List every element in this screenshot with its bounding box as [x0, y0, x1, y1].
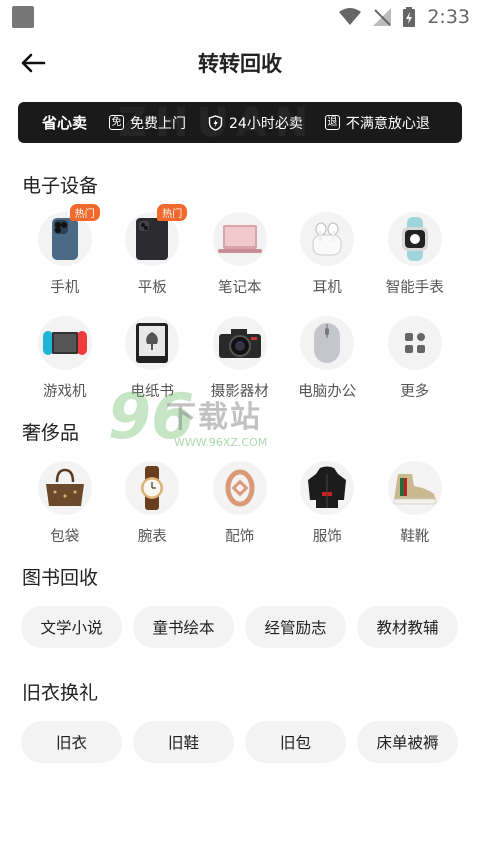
watch-icon — [141, 466, 164, 510]
ring-icon — [225, 469, 255, 507]
category-more[interactable]: 更多 — [371, 316, 459, 420]
hot-badge: 热门 — [69, 204, 100, 221]
page-title: 转转回收 — [198, 52, 282, 76]
hot-badge: 热门 — [157, 204, 188, 221]
chip-old-clothes[interactable]: 旧衣 — [21, 721, 122, 763]
luxury-clothing[interactable]: 服饰 — [284, 461, 372, 565]
category-label: 平板 — [137, 280, 167, 296]
banner-feature-label: 不满意放心退 — [345, 115, 430, 132]
chip-business[interactable]: 经管励志 — [245, 606, 346, 648]
category-label: 包袋 — [50, 529, 80, 545]
chip-literature[interactable]: 文学小说 — [21, 606, 122, 648]
status-bar: 2:33 — [0, 0, 480, 34]
category-earbuds[interactable]: 耳机 — [284, 212, 372, 316]
luxury-shoes[interactable]: 鞋靴 — [371, 461, 459, 565]
category-game-console[interactable]: 游戏机 — [21, 316, 109, 420]
category-label: 更多 — [400, 384, 430, 400]
title-bar: 转转回收 — [0, 34, 480, 92]
banner-feature-refund: 退 不满意放心退 — [324, 113, 430, 133]
electronics-grid: 热门 手机 热门 平板 笔记本 耳机 智能手表 游戏机 电纸书 摄影器材 电脑办… — [0, 204, 480, 420]
category-smartwatch[interactable]: 智能手表 — [371, 212, 459, 316]
wifi-icon — [339, 8, 362, 25]
more-grid-icon — [404, 333, 425, 353]
phone-icon — [51, 218, 78, 260]
chip-textbooks[interactable]: 教材教辅 — [357, 606, 458, 648]
back-arrow-icon[interactable] — [18, 48, 48, 78]
mouse-icon — [314, 323, 341, 363]
jacket-icon — [308, 466, 347, 508]
category-label: 电脑办公 — [298, 384, 357, 400]
category-ereader[interactable]: 电纸书 — [109, 316, 197, 420]
category-label: 智能手表 — [385, 280, 444, 296]
chip-bedding[interactable]: 床单被褥 — [357, 721, 458, 763]
signal-icon — [373, 8, 392, 26]
section-title-electronics: 电子设备 — [22, 175, 99, 197]
banner-brand: 省心卖 — [42, 114, 88, 132]
category-laptop[interactable]: 笔记本 — [196, 212, 284, 316]
category-camera[interactable]: 摄影器材 — [196, 316, 284, 420]
category-phone[interactable]: 热门 手机 — [21, 204, 109, 316]
section-title-clothes: 旧衣换礼 — [22, 682, 99, 704]
category-label: 配饰 — [225, 529, 255, 545]
luxury-bag[interactable]: 包袋 — [21, 461, 109, 565]
category-computer-office[interactable]: 电脑办公 — [284, 316, 372, 420]
category-label: 服饰 — [312, 529, 342, 545]
category-label: 腕表 — [137, 529, 167, 545]
category-label: 笔记本 — [218, 280, 262, 296]
ereader-icon — [136, 323, 169, 363]
smartwatch-icon — [401, 217, 428, 261]
refund-icon: 退 — [324, 115, 340, 130]
luxury-watch[interactable]: 腕表 — [109, 461, 197, 565]
chip-old-bags[interactable]: 旧包 — [245, 721, 346, 763]
tablet-icon — [136, 218, 169, 260]
service-banner[interactable]: ZHUAN 省心卖 免 免费上门 24小时必卖 退 不满意放心退 — [18, 102, 462, 143]
category-tablet[interactable]: 热门 平板 — [109, 204, 197, 316]
book-chips: 文学小说 童书绘本 经管励志 教材教辅 — [0, 606, 480, 648]
earbuds-icon — [312, 222, 342, 256]
game-console-icon — [42, 331, 87, 355]
camera-icon — [218, 329, 261, 358]
clothes-chips: 旧衣 旧鞋 旧包 床单被褥 — [0, 721, 480, 763]
clock: 2:33 — [427, 6, 470, 28]
section-title-luxury: 奢侈品 — [22, 422, 80, 444]
laptop-icon — [217, 225, 262, 253]
category-label: 鞋靴 — [400, 529, 430, 545]
category-label: 耳机 — [312, 280, 342, 296]
luxury-grid: 包袋 腕表 配饰 服饰 鞋靴 — [0, 461, 480, 565]
category-label: 电纸书 — [130, 384, 175, 400]
sneaker-icon — [393, 474, 437, 505]
notification-icon — [12, 6, 34, 28]
handbag-icon — [45, 468, 84, 506]
luxury-accessory[interactable]: 配饰 — [196, 461, 284, 565]
banner-watermark: ZHUAN — [118, 102, 317, 143]
section-title-books: 图书回收 — [22, 567, 99, 589]
category-label: 手机 — [50, 280, 80, 296]
chip-old-shoes[interactable]: 旧鞋 — [133, 721, 234, 763]
category-label: 游戏机 — [43, 384, 87, 400]
category-label: 摄影器材 — [210, 384, 269, 400]
chip-children-books[interactable]: 童书绘本 — [133, 606, 234, 648]
battery-icon — [403, 7, 416, 27]
